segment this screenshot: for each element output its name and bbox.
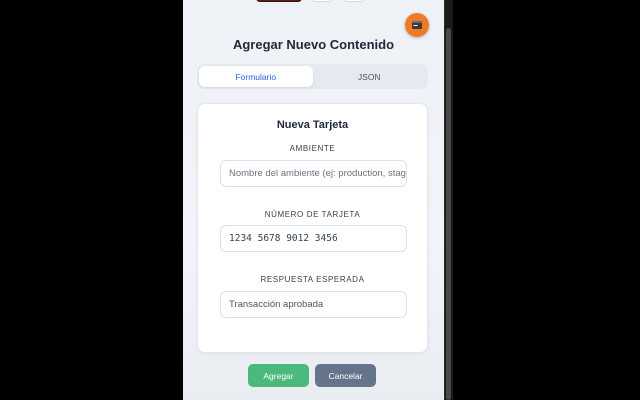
ambiente-input[interactable]: Nombre del ambiente (ej: production, sta…	[220, 160, 407, 187]
popup-panel: Agregar Nuevo Contenido Formulario JSON …	[183, 0, 444, 400]
floating-action-button[interactable]	[405, 13, 429, 37]
page-title: Agregar Nuevo Contenido	[232, 37, 395, 52]
ambiente-label: AMBIENTE	[289, 144, 336, 153]
top-toolbar-button-dark[interactable]	[256, 0, 302, 2]
terminal-icon	[412, 21, 422, 29]
top-toolbar-button[interactable]	[343, 0, 365, 2]
card-number-input[interactable]: 1234 5678 9012 3456	[220, 225, 407, 252]
mode-tabs: Formulario JSON	[197, 64, 428, 89]
tab-json[interactable]: JSON	[313, 66, 427, 87]
expected-response-label: RESPUESTA ESPERADA	[260, 275, 365, 284]
form-card: Nueva Tarjeta AMBIENTE Nombre del ambien…	[197, 103, 428, 353]
add-button[interactable]: Agregar	[248, 364, 309, 387]
scrollbar-thumb[interactable]	[446, 28, 451, 400]
card-title: Nueva Tarjeta	[276, 119, 349, 131]
expected-response-input[interactable]: Transacción aprobada	[220, 291, 407, 318]
cancel-button[interactable]: Cancelar	[315, 364, 376, 387]
top-toolbar-button[interactable]	[311, 0, 333, 2]
tab-formulario[interactable]: Formulario	[199, 66, 313, 87]
card-number-label: NÚMERO DE TARJETA	[264, 210, 361, 219]
